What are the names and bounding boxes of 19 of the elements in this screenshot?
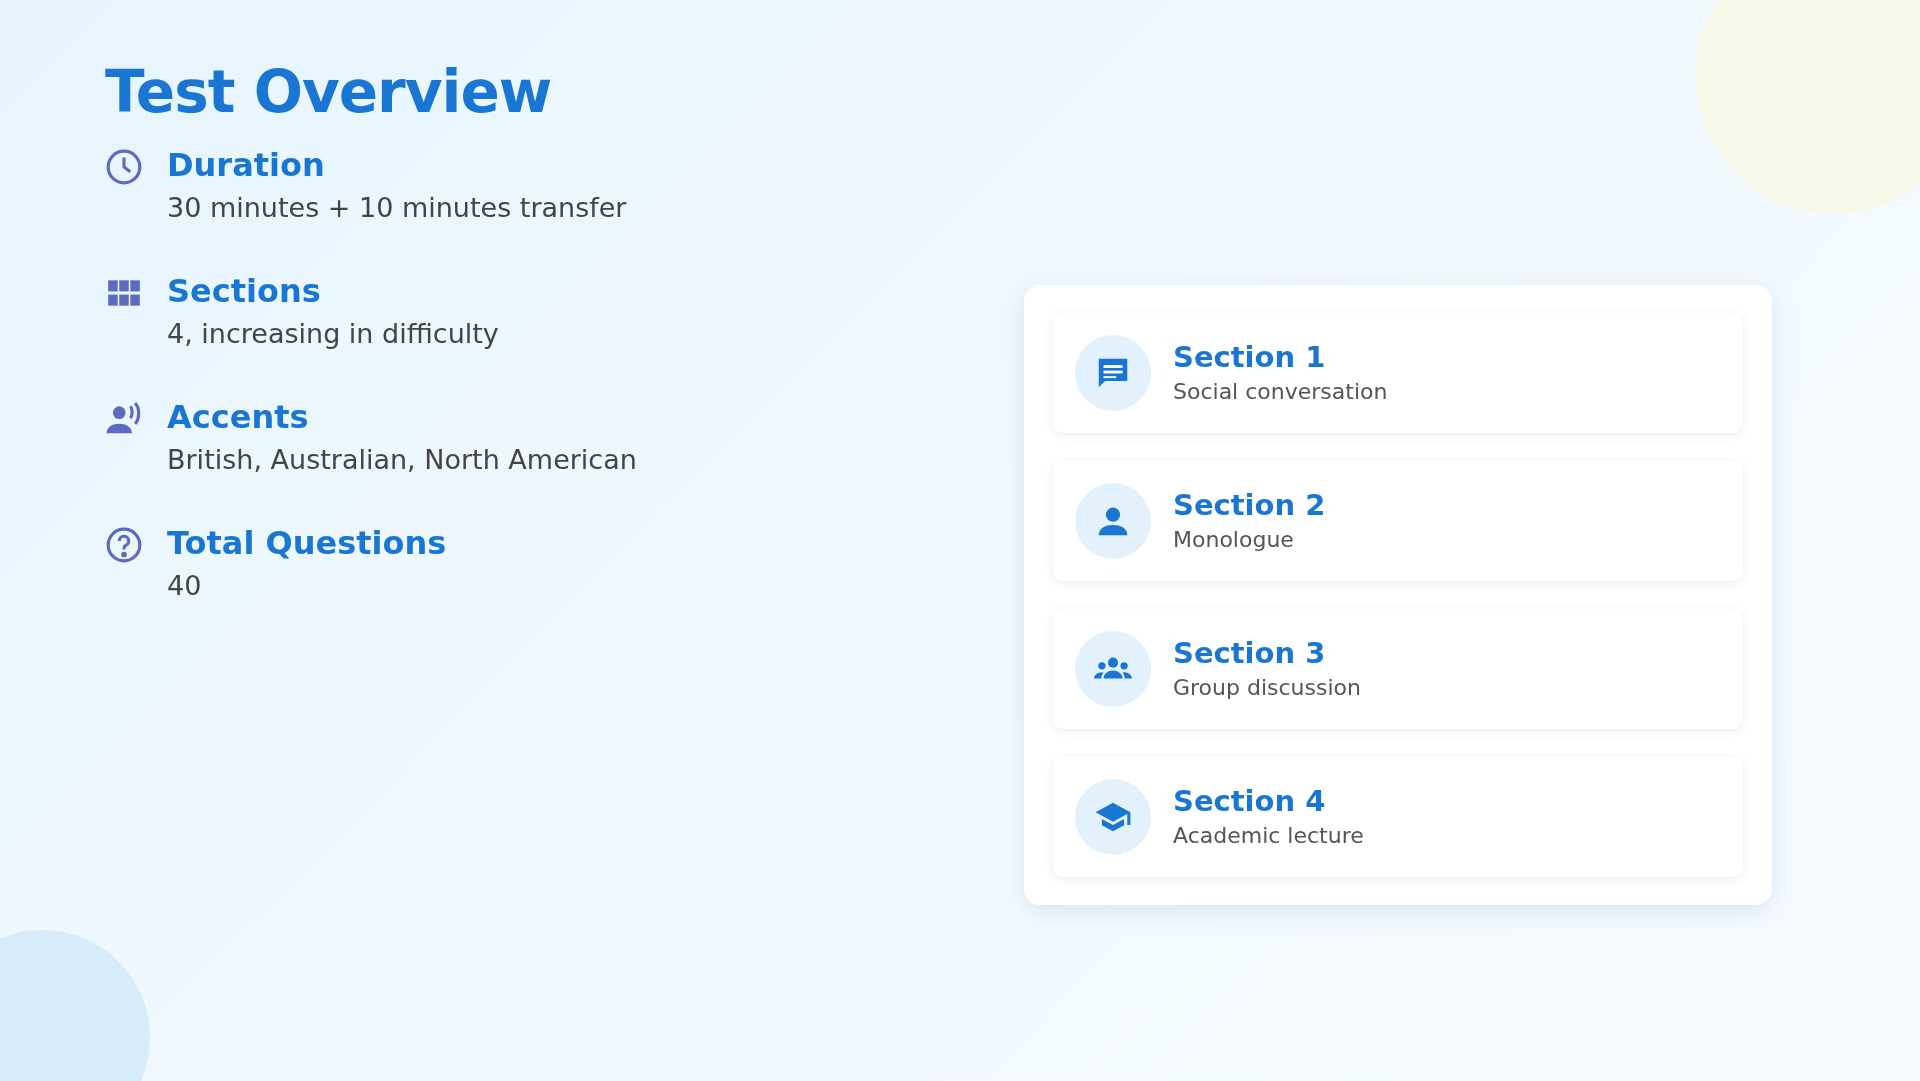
fact-label: Duration: [167, 145, 326, 186]
section-title: Section 2: [1173, 487, 1326, 524]
section-subtitle: Academic lecture: [1173, 822, 1364, 850]
section-title: Section 4: [1173, 783, 1327, 820]
page-title: Test Overview: [105, 58, 553, 126]
clock-icon: [105, 148, 143, 186]
fact-label: Sections: [167, 271, 322, 312]
section-title: Section 1: [1173, 339, 1327, 376]
fact-value: 30 minutes + 10 minutes transfer: [167, 191, 627, 225]
section-title: Section 3: [1173, 635, 1327, 672]
section-subtitle: Social conversation: [1173, 378, 1388, 406]
fact-value: British, Australian, North American: [167, 443, 637, 477]
fact-label: Total Questions: [167, 523, 447, 564]
question-icon: [105, 526, 143, 564]
section-subtitle: Monologue: [1173, 526, 1295, 554]
fact-value: 40: [167, 569, 203, 603]
fact-value: 4, increasing in difficulty: [167, 317, 499, 351]
section-subtitle: Group discussion: [1173, 674, 1361, 702]
fact-label: Accents: [167, 397, 310, 438]
